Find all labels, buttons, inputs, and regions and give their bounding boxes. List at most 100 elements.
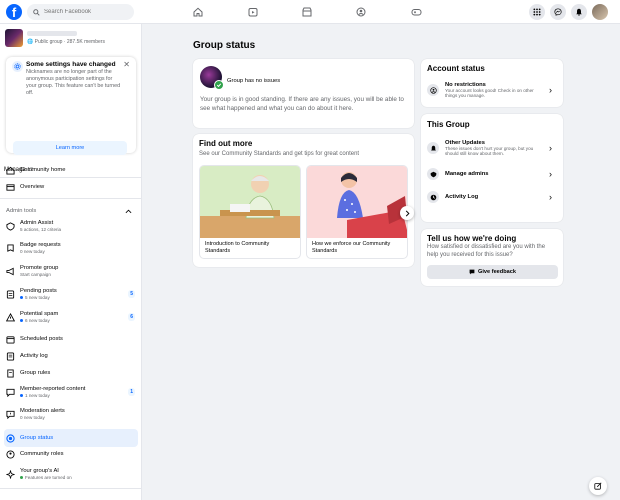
nav-gaming[interactable] (401, 0, 431, 24)
admin-tools-toggle[interactable]: Admin tools (4, 204, 138, 218)
account-icon (427, 84, 439, 96)
grid-icon (533, 8, 541, 16)
this-group-card: This Group Other Updates These issues do… (421, 114, 563, 222)
nav-groups[interactable] (346, 0, 376, 24)
settings-icon (12, 61, 23, 72)
chevron-right-icon: › (549, 143, 552, 153)
tile-caption: Introduction to Community Standards (205, 241, 270, 254)
moderation-alerts-icon (6, 410, 15, 419)
rules-icon (6, 368, 15, 378)
globe-icon: 🌐 (27, 39, 34, 45)
activity-log-icon (6, 351, 15, 361)
sidebar-item-badge-requests[interactable]: Badge requests 0 new today (4, 241, 138, 255)
nav-marketplace[interactable] (292, 0, 322, 24)
community-home-icon (6, 166, 15, 175)
group-status-icon (6, 433, 15, 443)
page-title: Group status (193, 40, 256, 51)
tile-illustration-woman-laptop (307, 166, 407, 238)
gaming-icon (411, 7, 422, 17)
messenger-icon (554, 8, 562, 16)
nav-home[interactable] (183, 0, 213, 24)
sidebar-item-member-reported-content[interactable]: Member-reported content 1 new today 1 (4, 385, 138, 399)
search-input[interactable] (44, 9, 124, 15)
new-message-button[interactable] (589, 477, 607, 495)
this-group-title: This Group (427, 120, 470, 129)
sidebar-item-scheduled-posts[interactable]: Scheduled posts (4, 332, 138, 346)
feedback-card: Tell us how we're doing How satisfied or… (421, 229, 563, 286)
sidebar-item-activity-log[interactable]: Activity log (4, 349, 138, 363)
bell-icon (575, 8, 583, 16)
give-feedback-button[interactable]: Give feedback (427, 265, 558, 279)
learn-more-button[interactable]: Learn more (13, 141, 127, 155)
search-icon (33, 8, 40, 16)
find-out-more-title: Find out more (199, 139, 253, 148)
chevron-right-icon: › (549, 192, 552, 202)
other-updates-row[interactable]: Other Updates These issues don't hurt yo… (427, 136, 557, 160)
check-icon (214, 80, 224, 90)
sidebar-item-your-groups-ai[interactable]: Your group's AI Features are turned on (4, 467, 138, 481)
group-meta: 🌐 Public group · 287.5K members (27, 39, 105, 45)
close-icon[interactable]: ✕ (123, 60, 130, 69)
tile-how-we-enforce[interactable]: How we enforce our Community Standards (306, 165, 408, 259)
groups-icon (356, 7, 366, 17)
nav-video[interactable] (238, 0, 268, 24)
sidebar-item-group-status[interactable]: Group status (4, 429, 138, 447)
sidebar-item-admin-assist[interactable]: Admin Assist 5 actions, 12 criteria (4, 219, 138, 233)
sidebar-item-community-home[interactable]: Community home (4, 163, 138, 177)
tile-illustration-elderly-man (200, 166, 300, 238)
tile-intro-community-standards[interactable]: Introduction to Community Standards (199, 165, 301, 259)
bell-icon (427, 142, 439, 154)
compose-icon (594, 482, 602, 490)
notifications-button[interactable] (571, 4, 587, 20)
reported-content-icon (6, 388, 15, 397)
account-status-card: Account status No restrictions Your acco… (421, 59, 563, 107)
notice-body: Nicknames are no longer part of the anon… (26, 69, 121, 96)
home-icon (193, 7, 203, 17)
carousel-next-button[interactable] (400, 206, 414, 220)
shield-gear-icon (427, 168, 439, 180)
top-navigation-bar: f (0, 0, 620, 24)
account-status-title: Account status (427, 64, 485, 73)
sidebar-item-pending-posts[interactable]: Pending posts 5 new today 5 (4, 287, 138, 301)
sparkle-icon (6, 469, 15, 479)
status-description: Your group is in good standing. If there… (200, 96, 404, 112)
messenger-button[interactable] (550, 4, 566, 20)
community-roles-icon (6, 449, 15, 459)
notice-title: Some settings have changed (26, 61, 116, 68)
group-cover-thumbnail[interactable] (5, 29, 23, 47)
megaphone-icon (6, 267, 15, 276)
pending-posts-icon (6, 289, 15, 299)
warning-icon (6, 312, 15, 322)
video-icon (248, 7, 258, 17)
sidebar-item-group-rules[interactable]: Group rules (4, 366, 138, 380)
group-name-placeholder (27, 31, 77, 36)
facebook-logo[interactable]: f (6, 4, 22, 20)
sidebar-item-moderation-alerts[interactable]: Moderation alerts 0 new today (4, 407, 138, 421)
sidebar-item-community-roles[interactable]: Community roles (4, 447, 138, 461)
manage-admins-row[interactable]: Manage admins › (427, 166, 557, 182)
find-out-more-card: Find out more See our Community Standard… (193, 134, 414, 267)
profile-avatar[interactable] (592, 4, 608, 20)
status-label: Group has no issues (227, 78, 281, 84)
sidebar-item-potential-spam[interactable]: Potential spam 6 new today 6 (4, 310, 138, 324)
find-out-more-subtitle: See our Community Standards and get tips… (199, 151, 360, 157)
badge-icon (6, 243, 15, 253)
sidebar-item-promote-group[interactable]: Promote group Start campaign (4, 264, 138, 278)
calendar-icon (6, 335, 15, 344)
group-status-card: Group has no issues Your group is in goo… (193, 59, 414, 128)
feedback-title: Tell us how we're doing (427, 234, 517, 243)
search-box[interactable] (27, 4, 134, 20)
chevron-up-icon (125, 209, 132, 214)
pending-posts-count-badge: 5 (128, 290, 135, 298)
account-status-row[interactable]: No restrictions Your account looks good!… (427, 80, 557, 100)
reported-content-count-badge: 1 (128, 388, 135, 396)
group-avatar (200, 66, 224, 90)
feedback-icon (469, 269, 475, 275)
sidebar-item-overview[interactable]: Overview (4, 180, 138, 194)
chevron-right-icon (405, 210, 410, 217)
group-header[interactable]: 🌐 Public group · 287.5K members (5, 29, 105, 47)
chevron-right-icon: › (549, 85, 552, 95)
clock-icon (427, 191, 439, 203)
menu-grid-button[interactable] (529, 4, 545, 20)
activity-log-row[interactable]: Activity Log › (427, 189, 557, 205)
